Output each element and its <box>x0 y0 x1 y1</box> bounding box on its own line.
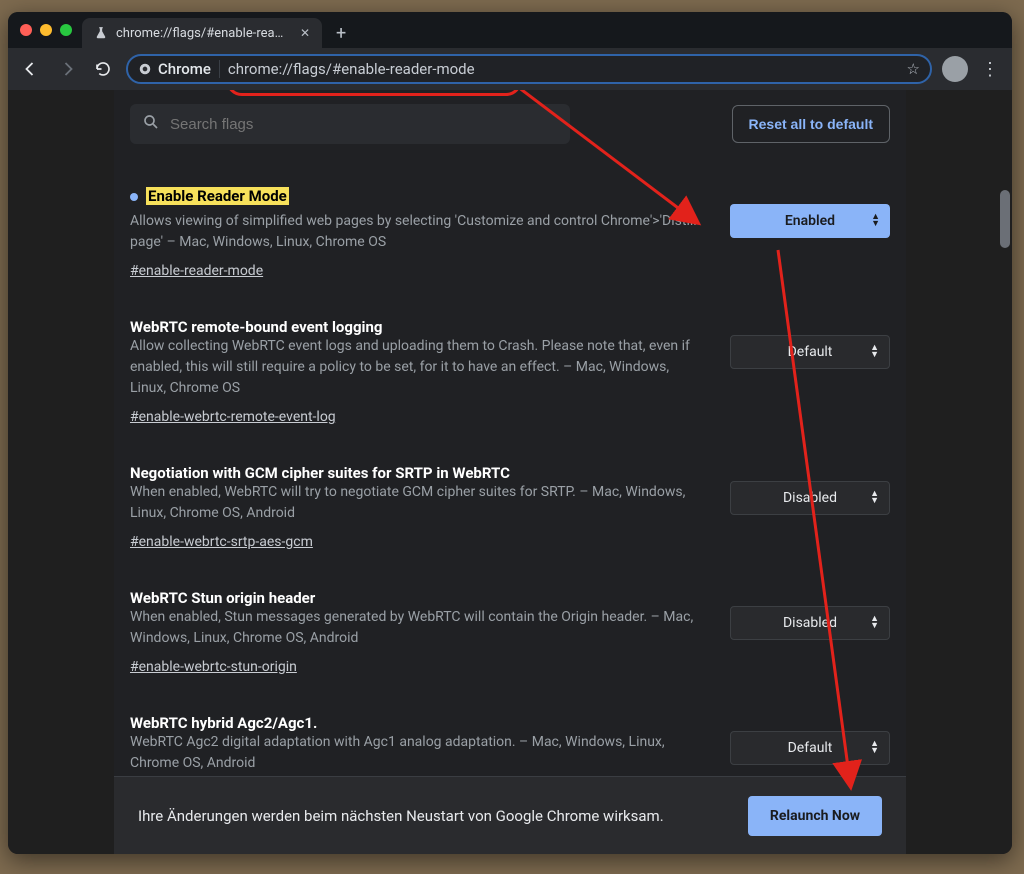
chrome-icon <box>138 62 152 76</box>
vertical-scrollbar[interactable] <box>1000 190 1010 248</box>
flag-title: WebRTC remote-bound event logging <box>130 318 382 336</box>
select-chevrons-icon: ▲▼ <box>870 345 879 359</box>
flag-title: WebRTC hybrid Agc2/Agc1. <box>130 714 317 732</box>
page-content: Reset all to default Enable Reader Mode A… <box>8 90 1012 854</box>
omnibox-url-text: chrome://flags/#enable-reader-mode <box>228 60 475 78</box>
browser-window: chrome://flags/#enable-reader ✕ + Chrome… <box>8 12 1012 854</box>
flag-row-3: WebRTC Stun origin headerWhen enabled, S… <box>130 570 890 695</box>
tab-close-icon[interactable]: ✕ <box>300 26 310 40</box>
flag-anchor-link[interactable]: #enable-webrtc-stun-origin <box>130 659 297 675</box>
flag-description: WebRTC Agc2 digital adaptation with Agc1… <box>130 732 706 774</box>
flag-description: Allow collecting WebRTC event logs and u… <box>130 336 706 399</box>
flag-title-wrap: WebRTC remote-bound event logging <box>130 317 706 336</box>
new-tab-button[interactable]: + <box>322 23 360 44</box>
restart-footer: Ihre Änderungen werden beim nächsten Neu… <box>114 776 906 854</box>
flags-list: Enable Reader Mode Allows viewing of simp… <box>114 144 906 820</box>
flag-title: Negotiation with GCM cipher suites for S… <box>130 464 510 482</box>
flag-value-label: Disabled <box>783 615 837 631</box>
flag-row-1: WebRTC remote-bound event loggingAllow c… <box>130 299 890 445</box>
flag-info: Enable Reader Mode Allows viewing of simp… <box>130 186 706 279</box>
navigation-toolbar: Chrome chrome://flags/#enable-reader-mod… <box>8 48 1012 90</box>
select-chevrons-icon: ▲▼ <box>870 741 879 755</box>
window-controls <box>20 24 72 36</box>
flag-value-select[interactable]: Default ▲▼ <box>730 731 890 765</box>
flags-topbar: Reset all to default <box>114 90 906 144</box>
tab-title: chrome://flags/#enable-reader <box>116 26 288 41</box>
search-flags[interactable] <box>130 104 570 144</box>
flag-row-0: Enable Reader Mode Allows viewing of simp… <box>130 168 890 299</box>
forward-button[interactable] <box>54 56 80 82</box>
flag-value-select[interactable]: Disabled ▲▼ <box>730 481 890 515</box>
flag-title: Enable Reader Mode <box>146 187 289 205</box>
back-button[interactable] <box>18 56 44 82</box>
flag-value-label: Disabled <box>783 490 837 506</box>
profile-avatar[interactable] <box>942 56 968 82</box>
footer-message: Ihre Änderungen werden beim nächsten Neu… <box>138 807 664 825</box>
flag-value-label: Enabled <box>785 213 835 229</box>
browser-menu-icon[interactable]: ⋮ <box>978 59 1002 80</box>
flag-title-wrap: Enable Reader Mode <box>130 186 706 211</box>
flag-value-label: Default <box>788 740 833 756</box>
flag-title: WebRTC Stun origin header <box>130 589 315 607</box>
reset-all-label: Reset all to default <box>749 116 873 132</box>
flag-info: WebRTC Stun origin headerWhen enabled, S… <box>130 588 706 675</box>
relaunch-label: Relaunch Now <box>770 808 860 824</box>
flag-title-wrap: WebRTC Stun origin header <box>130 588 706 607</box>
browser-tab[interactable]: chrome://flags/#enable-reader ✕ <box>82 18 322 48</box>
flag-value-select[interactable]: Default ▲▼ <box>730 335 890 369</box>
flag-value-label: Default <box>788 344 833 360</box>
search-input[interactable] <box>170 116 558 133</box>
address-bar[interactable]: Chrome chrome://flags/#enable-reader-mod… <box>126 54 932 84</box>
modified-dot-icon <box>130 193 138 201</box>
flag-anchor-link[interactable]: #enable-webrtc-remote-event-log <box>130 409 336 425</box>
select-chevrons-icon: ▲▼ <box>870 491 879 505</box>
flag-anchor-link[interactable]: #enable-webrtc-srtp-aes-gcm <box>130 534 313 550</box>
reset-all-button[interactable]: Reset all to default <box>732 105 890 143</box>
omnibox-divider <box>219 60 220 78</box>
flags-page: Reset all to default Enable Reader Mode A… <box>114 90 906 854</box>
relaunch-button[interactable]: Relaunch Now <box>748 796 882 836</box>
flag-description: Allows viewing of simplified web pages b… <box>130 211 706 253</box>
site-chip-label: Chrome <box>158 60 211 78</box>
flask-icon <box>94 26 108 40</box>
bookmark-star-icon[interactable]: ☆ <box>907 60 920 78</box>
flag-info: Negotiation with GCM cipher suites for S… <box>130 463 706 550</box>
flag-title-wrap: Negotiation with GCM cipher suites for S… <box>130 463 706 482</box>
reload-button[interactable] <box>90 56 116 82</box>
flag-row-2: Negotiation with GCM cipher suites for S… <box>130 445 890 570</box>
select-chevrons-icon: ▲▼ <box>871 214 880 228</box>
titlebar: chrome://flags/#enable-reader ✕ + <box>8 12 1012 48</box>
select-chevrons-icon: ▲▼ <box>870 616 879 630</box>
flag-value-select[interactable]: Disabled ▲▼ <box>730 606 890 640</box>
flag-description: When enabled, WebRTC will try to negotia… <box>130 482 706 524</box>
flag-description: When enabled, Stun messages generated by… <box>130 607 706 649</box>
flag-title-wrap: WebRTC hybrid Agc2/Agc1. <box>130 713 706 732</box>
maximize-window-button[interactable] <box>60 24 72 36</box>
flag-anchor-link[interactable]: #enable-reader-mode <box>130 263 263 279</box>
close-window-button[interactable] <box>20 24 32 36</box>
minimize-window-button[interactable] <box>40 24 52 36</box>
site-chip: Chrome <box>138 60 211 78</box>
search-icon <box>142 113 160 135</box>
flag-value-select[interactable]: Enabled ▲▼ <box>730 204 890 238</box>
flag-info: WebRTC remote-bound event loggingAllow c… <box>130 317 706 425</box>
